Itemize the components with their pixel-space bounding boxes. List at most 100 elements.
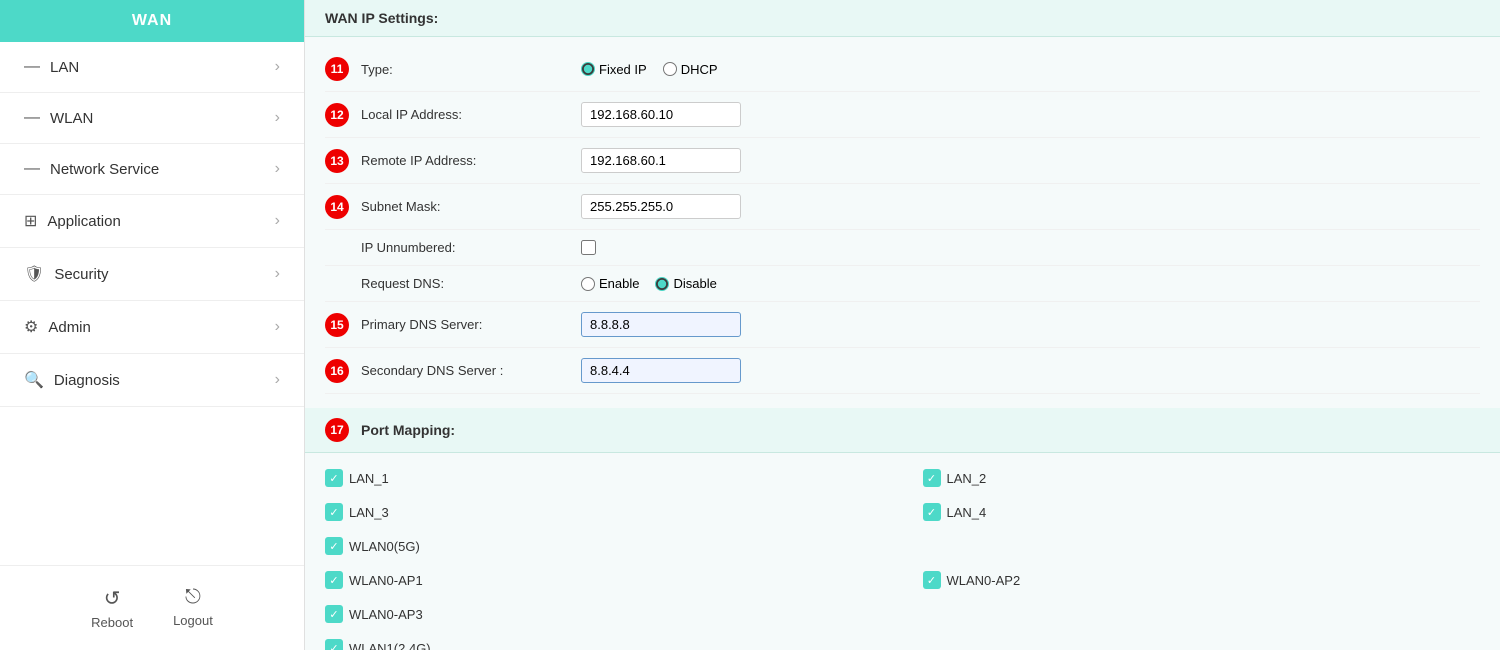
step-16: 16 bbox=[325, 359, 349, 383]
dhcp-radio[interactable]: DHCP bbox=[663, 62, 718, 77]
sidebar-item-admin[interactable]: ⚙ Admin › bbox=[0, 301, 304, 354]
lan1-label: LAN_1 bbox=[349, 471, 389, 486]
local-ip-input[interactable] bbox=[581, 102, 741, 127]
local-ip-label: Local IP Address: bbox=[361, 107, 581, 122]
dns-enable-input[interactable] bbox=[581, 277, 595, 291]
reboot-label: Reboot bbox=[91, 615, 133, 630]
main-content: WAN IP Settings: 11 Type: Fixed IP DHCP bbox=[305, 0, 1500, 650]
reboot-button[interactable]: ↺ Reboot bbox=[91, 586, 133, 630]
wlan-icon: — bbox=[24, 109, 40, 127]
step-12: 12 bbox=[325, 103, 349, 127]
request-dns-control: Enable Disable bbox=[581, 276, 1480, 291]
local-ip-row: 12 Local IP Address: bbox=[325, 92, 1480, 138]
sidebar-wan-label[interactable]: WAN bbox=[0, 0, 304, 42]
list-item: ✓ WLAN0-AP1 bbox=[325, 565, 883, 595]
dns-disable-radio[interactable]: Disable bbox=[655, 276, 716, 291]
list-item bbox=[923, 633, 1481, 650]
secondary-dns-row: 16 Secondary DNS Server : bbox=[325, 348, 1480, 394]
chevron-diagnosis: › bbox=[275, 371, 280, 389]
request-dns-label: Request DNS: bbox=[361, 276, 581, 291]
wlan0-ap3-label: WLAN0-AP3 bbox=[349, 607, 423, 622]
sidebar: WAN — LAN › — WLAN › — Network Service ›… bbox=[0, 0, 305, 650]
sidebar-label-admin: Admin bbox=[48, 319, 91, 336]
sidebar-item-lan[interactable]: — LAN › bbox=[0, 42, 304, 93]
subnet-mask-row: 14 Subnet Mask: bbox=[325, 184, 1480, 230]
chevron-admin: › bbox=[275, 318, 280, 336]
dns-radio-group: Enable Disable bbox=[581, 276, 717, 291]
network-service-icon: — bbox=[24, 160, 40, 178]
step-14: 14 bbox=[325, 195, 349, 219]
subnet-mask-label: Subnet Mask: bbox=[361, 199, 581, 214]
fixed-ip-input[interactable] bbox=[581, 62, 595, 76]
port-mapping-grid: ✓ LAN_1 ✓ LAN_2 ✓ LAN_3 ✓ LAN_4 ✓ WLAN0(… bbox=[325, 463, 1480, 650]
wan-ip-settings-header: WAN IP Settings: bbox=[305, 0, 1500, 37]
check-lan4-icon: ✓ bbox=[923, 503, 941, 521]
type-control: Fixed IP DHCP bbox=[581, 62, 1480, 77]
type-radio-group: Fixed IP DHCP bbox=[581, 62, 718, 77]
secondary-dns-control bbox=[581, 358, 1480, 383]
chevron-wlan: › bbox=[275, 109, 280, 127]
port-mapping-title: Port Mapping: bbox=[361, 422, 455, 438]
secondary-dns-input[interactable] bbox=[581, 358, 741, 383]
admin-icon: ⚙ bbox=[24, 317, 38, 337]
secondary-dns-label: Secondary DNS Server : bbox=[361, 363, 581, 378]
check-wlan0-ap2-icon: ✓ bbox=[923, 571, 941, 589]
section-title-text: WAN IP Settings: bbox=[325, 10, 438, 26]
chevron-application: › bbox=[275, 212, 280, 230]
check-lan2-icon: ✓ bbox=[923, 469, 941, 487]
sidebar-label-lan: LAN bbox=[50, 59, 79, 76]
sidebar-bottom: ↺ Reboot ⎋ Logout bbox=[0, 565, 304, 650]
list-item: ✓ LAN_4 bbox=[923, 497, 1481, 527]
lan3-label: LAN_3 bbox=[349, 505, 389, 520]
ip-unnumbered-row: IP Unnumbered: bbox=[325, 230, 1480, 266]
local-ip-control bbox=[581, 102, 1480, 127]
application-icon: ⊞ bbox=[24, 211, 37, 231]
dns-disable-input[interactable] bbox=[655, 277, 669, 291]
primary-dns-input[interactable] bbox=[581, 312, 741, 337]
step-15: 15 bbox=[325, 313, 349, 337]
lan4-label: LAN_4 bbox=[947, 505, 987, 520]
type-row: 11 Type: Fixed IP DHCP bbox=[325, 47, 1480, 92]
sidebar-item-security[interactable]: 🛡 Security › bbox=[0, 248, 304, 301]
ip-unnumbered-label: IP Unnumbered: bbox=[361, 240, 581, 255]
sidebar-label-wlan: WLAN bbox=[50, 110, 93, 127]
diagnosis-icon: 🔍 bbox=[24, 370, 44, 390]
lan2-label: LAN_2 bbox=[947, 471, 987, 486]
list-item: ✓ LAN_2 bbox=[923, 463, 1481, 493]
sidebar-item-application[interactable]: ⊞ Application › bbox=[0, 195, 304, 248]
sidebar-label-diagnosis: Diagnosis bbox=[54, 372, 120, 389]
list-item bbox=[923, 599, 1481, 629]
form-body: 11 Type: Fixed IP DHCP 12 Local IP Addre bbox=[305, 37, 1500, 404]
check-lan1-icon: ✓ bbox=[325, 469, 343, 487]
ip-unnumbered-checkbox[interactable] bbox=[581, 240, 596, 255]
sidebar-item-network-service[interactable]: — Network Service › bbox=[0, 144, 304, 195]
dns-enable-radio[interactable]: Enable bbox=[581, 276, 639, 291]
fixed-ip-radio[interactable]: Fixed IP bbox=[581, 62, 647, 77]
sidebar-item-wlan[interactable]: — WLAN › bbox=[0, 93, 304, 144]
sidebar-label-application: Application bbox=[47, 213, 120, 230]
port-mapping-header: 17 Port Mapping: bbox=[305, 408, 1500, 453]
ip-unnumbered-control bbox=[581, 240, 1480, 255]
security-icon: 🛡 bbox=[24, 264, 44, 284]
subnet-mask-input[interactable] bbox=[581, 194, 741, 219]
wlan0-ap1-label: WLAN0-AP1 bbox=[349, 573, 423, 588]
logout-icon: ⎋ bbox=[185, 586, 201, 609]
remote-ip-control bbox=[581, 148, 1480, 173]
chevron-security: › bbox=[275, 265, 280, 283]
dhcp-input[interactable] bbox=[663, 62, 677, 76]
check-lan3-icon: ✓ bbox=[325, 503, 343, 521]
sidebar-label-security: Security bbox=[54, 266, 108, 283]
check-wlan0-5g-icon: ✓ bbox=[325, 537, 343, 555]
chevron-network-service: › bbox=[275, 160, 280, 178]
logout-button[interactable]: ⎋ Logout bbox=[173, 586, 213, 630]
remote-ip-label: Remote IP Address: bbox=[361, 153, 581, 168]
dhcp-label: DHCP bbox=[681, 62, 718, 77]
remote-ip-input[interactable] bbox=[581, 148, 741, 173]
request-dns-row: Request DNS: Enable Disable bbox=[325, 266, 1480, 302]
port-mapping-body: ✓ LAN_1 ✓ LAN_2 ✓ LAN_3 ✓ LAN_4 ✓ WLAN0(… bbox=[305, 453, 1500, 650]
sidebar-label-network-service: Network Service bbox=[50, 161, 159, 178]
subnet-mask-control bbox=[581, 194, 1480, 219]
primary-dns-control bbox=[581, 312, 1480, 337]
step-17: 17 bbox=[325, 418, 349, 442]
sidebar-item-diagnosis[interactable]: 🔍 Diagnosis › bbox=[0, 354, 304, 407]
